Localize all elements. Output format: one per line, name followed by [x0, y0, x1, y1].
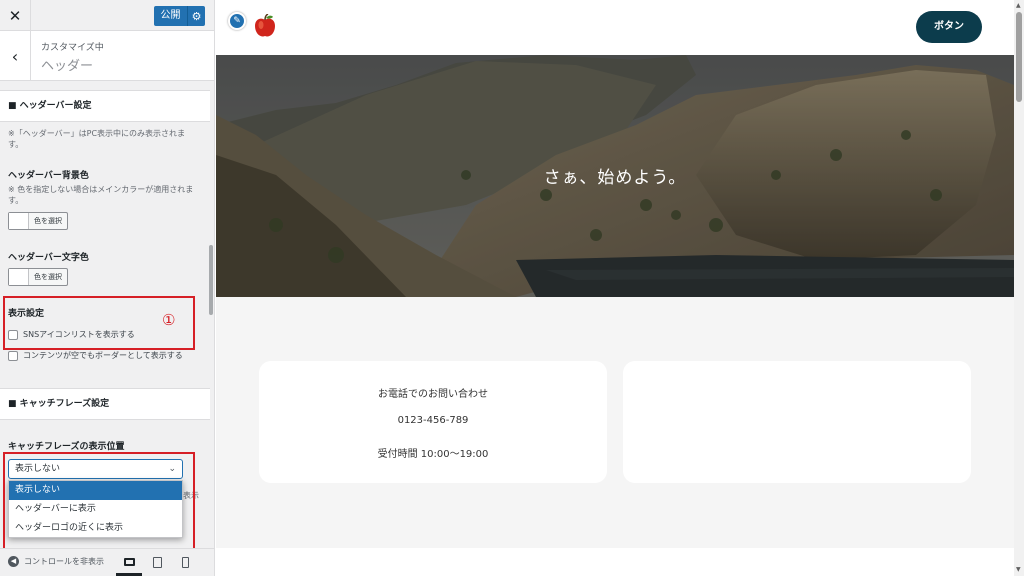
- annotation-box-2: [3, 452, 195, 550]
- catch-position-label: キャッチフレーズの表示位置: [8, 442, 125, 452]
- customizer-sidebar: ✕ 公開 ⚙ ‹ カスタマイズ中 ヘッダー ■ ヘッダーバー設定 ※「ヘッダーバ…: [0, 0, 215, 576]
- color-button-label: 色を選択: [34, 217, 62, 225]
- color-button-label: 色を選択: [34, 273, 62, 281]
- group-title-catchphrase: ■ キャッチフレーズ設定: [0, 388, 210, 420]
- text-color-label: ヘッダーバー文字色: [8, 253, 89, 263]
- contact-heading: お電話でのお問い合わせ: [378, 389, 488, 400]
- section-subtitle: カスタマイズ中: [41, 43, 104, 53]
- hero-image: さぁ、始めよう。: [216, 55, 1014, 297]
- sidebar-scrollbar[interactable]: [209, 245, 213, 315]
- bg-color-note: ※ 色を指定しない場合はメインカラーが適用されます。: [8, 185, 194, 205]
- gear-icon[interactable]: ⚙: [188, 10, 205, 23]
- site-preview: ✎ ボタン さぁ、始めよう。 お電話でのお問い合わせ 0123-456-789 …: [216, 0, 1014, 576]
- scroll-thumb[interactable]: [1016, 12, 1022, 102]
- page-scrollbar[interactable]: ▲ ▼: [1014, 0, 1024, 576]
- scroll-up-icon[interactable]: ▲: [1016, 2, 1021, 9]
- content-band: [216, 548, 1014, 576]
- annotation-marker-1: ①: [162, 311, 176, 329]
- collapse-icon: ◀: [8, 556, 19, 567]
- hide-controls-label: コントロールを非表示: [24, 557, 104, 566]
- border-checkbox-row[interactable]: コンテンツが空でもボーダーとして表示する: [8, 350, 183, 361]
- publish-button[interactable]: 公開 ⚙: [154, 6, 205, 26]
- tablet-preview-icon[interactable]: [151, 556, 163, 568]
- color-swatch: [9, 269, 29, 285]
- customizer-footer: ◀ コントロールを非表示: [0, 548, 214, 576]
- bg-color-label: ヘッダーバー背景色: [8, 171, 89, 181]
- hide-controls-button[interactable]: ◀ コントロールを非表示: [8, 556, 104, 567]
- publish-label: 公開: [154, 6, 188, 26]
- border-checkbox-label: コンテンツが空でもボーダーとして表示する: [23, 351, 183, 360]
- customizer-topbar: ✕ 公開 ⚙: [0, 0, 214, 31]
- text-color-button[interactable]: 色を選択: [8, 268, 68, 286]
- mobile-preview-icon[interactable]: [179, 556, 191, 568]
- close-icon[interactable]: ✕: [0, 0, 31, 31]
- contact-hours: 受付時間 10:00〜19:00: [377, 449, 489, 460]
- group-title-header-bar: ■ ヘッダーバー設定: [0, 90, 210, 122]
- contact-phone: 0123-456-789: [397, 415, 469, 426]
- back-icon[interactable]: ‹: [0, 31, 31, 81]
- color-swatch: [9, 213, 29, 229]
- apple-logo-icon[interactable]: [253, 14, 277, 39]
- pencil-icon[interactable]: ✎: [228, 12, 246, 30]
- header-button[interactable]: ボタン: [916, 11, 982, 43]
- empty-card: [623, 361, 971, 483]
- border-checkbox[interactable]: [8, 350, 18, 361]
- contact-card: お電話でのお問い合わせ 0123-456-789 受付時間 10:00〜19:0…: [259, 361, 607, 483]
- desktop-preview-icon[interactable]: [123, 556, 135, 568]
- bg-color-button[interactable]: 色を選択: [8, 212, 68, 230]
- scroll-down-icon[interactable]: ▼: [1016, 566, 1021, 573]
- section-header: ‹ カスタマイズ中 ヘッダー: [0, 31, 214, 81]
- hero-title: さぁ、始めよう。: [543, 168, 687, 188]
- site-header: ✎ ボタン: [216, 0, 1014, 55]
- section-title: ヘッダー: [41, 59, 94, 74]
- header-bar-note: ※「ヘッダーバー」はPC表示中にのみ表示されます。: [8, 129, 186, 149]
